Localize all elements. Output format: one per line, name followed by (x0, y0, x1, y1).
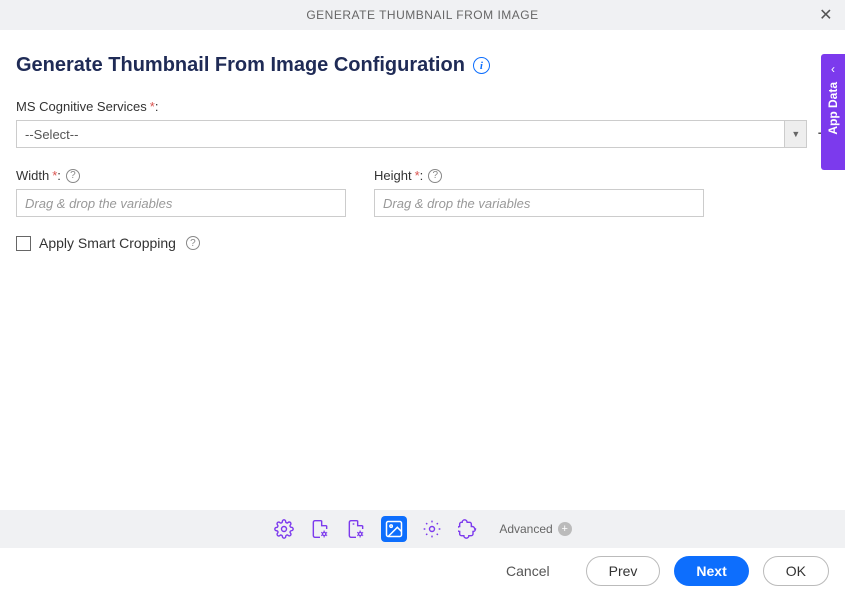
required-marker: *: (415, 168, 424, 183)
height-input[interactable] (374, 189, 704, 217)
help-icon[interactable]: ? (428, 169, 442, 183)
close-icon[interactable]: ✕ (819, 5, 833, 25)
width-label: Width *: ? (16, 168, 346, 183)
ok-button[interactable]: OK (763, 556, 829, 586)
advanced-toggle[interactable]: Advanced + (499, 522, 571, 536)
services-select-value: --Select-- (17, 121, 784, 147)
smart-crop-label: Apply Smart Cropping (39, 235, 176, 251)
help-icon[interactable]: ? (66, 169, 80, 183)
smart-crop-checkbox[interactable] (16, 236, 31, 251)
dialog-header: GENERATE THUMBNAIL FROM IMAGE ✕ (0, 0, 845, 30)
chevron-down-icon[interactable]: ▼ (784, 121, 806, 147)
chevron-left-icon: ‹ (831, 62, 835, 76)
bottom-toolbar: Advanced + (0, 510, 845, 548)
gear-alt-icon[interactable] (421, 518, 443, 540)
dimension-row: Width *: ? Height *: ? (16, 168, 829, 217)
app-data-tab-label: App Data (826, 82, 840, 135)
help-icon[interactable]: ? (186, 236, 200, 250)
smart-crop-row: Apply Smart Cropping ? (16, 235, 829, 251)
width-input[interactable] (16, 189, 346, 217)
services-row: --Select-- ▼ + (16, 120, 829, 148)
app-data-tab[interactable]: ‹ App Data (821, 54, 845, 170)
page-title: Generate Thumbnail From Image Configurat… (16, 54, 829, 77)
image-icon[interactable] (381, 516, 407, 542)
gear-icon[interactable] (273, 518, 295, 540)
advanced-label: Advanced (499, 522, 552, 536)
content-area: Generate Thumbnail From Image Configurat… (0, 30, 845, 251)
cancel-button[interactable]: Cancel (484, 556, 572, 586)
services-label: MS Cognitive Services *: (16, 99, 829, 114)
dialog-title: GENERATE THUMBNAIL FROM IMAGE (306, 8, 538, 22)
info-icon[interactable]: i (473, 57, 490, 74)
width-label-text: Width (16, 168, 49, 183)
width-field: Width *: ? (16, 168, 346, 217)
page-title-text: Generate Thumbnail From Image Configurat… (16, 54, 465, 77)
required-marker: *: (52, 168, 61, 183)
services-select[interactable]: --Select-- ▼ (16, 120, 807, 148)
form-area: MS Cognitive Services *: --Select-- ▼ + … (16, 99, 829, 251)
height-field: Height *: ? (374, 168, 704, 217)
height-label: Height *: ? (374, 168, 704, 183)
next-button[interactable]: Next (674, 556, 748, 586)
required-marker: *: (150, 99, 159, 114)
file-gear-alt-icon[interactable] (345, 518, 367, 540)
file-gear-icon[interactable] (309, 518, 331, 540)
plus-circle-icon: + (558, 522, 572, 536)
extension-icon[interactable] (457, 518, 479, 540)
footer-buttons: Cancel Prev Next OK (484, 556, 829, 586)
prev-button[interactable]: Prev (586, 556, 661, 586)
height-label-text: Height (374, 168, 412, 183)
services-label-text: MS Cognitive Services (16, 99, 147, 114)
